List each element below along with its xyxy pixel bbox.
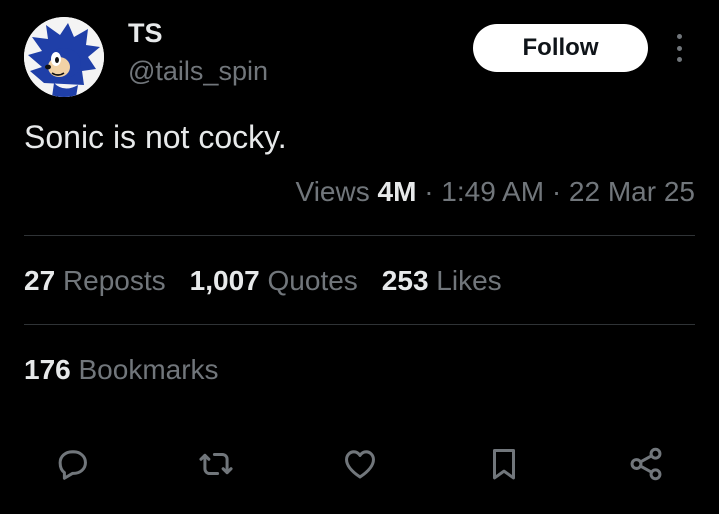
quotes-count: 1,007 [189,265,260,296]
bookmarks-label: Bookmarks [78,354,219,385]
more-options-button[interactable] [666,32,692,64]
author-display-name[interactable]: TS [128,20,163,47]
likes-count: 253 [381,265,429,296]
reposts-stat[interactable]: 27 Reposts [24,265,166,296]
likes-stat[interactable]: 253 Likes [382,265,502,296]
likes-label: Likes [436,265,502,296]
meta-separator: · [424,176,434,207]
more-vertical-icon [676,34,682,39]
bookmarks-stat[interactable]: 176 Bookmarks [24,353,219,387]
author-handle[interactable]: @tails_spin [128,58,268,85]
share-button[interactable] [626,444,666,484]
like-icon [345,450,375,479]
reply-icon [58,450,87,480]
views-count[interactable]: 4M [378,176,417,207]
divider [24,235,695,236]
reply-button[interactable] [52,444,92,484]
quotes-label: Quotes [267,265,358,296]
tweet-text: Sonic is not cocky. [24,119,287,155]
quotes-stat[interactable]: 1,007 Quotes [190,265,358,296]
author-avatar[interactable] [24,17,104,97]
engagement-stats: 27 Reposts 1,007 Quotes 253 Likes [24,264,502,298]
bookmark-button[interactable] [484,444,524,484]
reposts-count: 27 [24,265,56,296]
bookmark-icon [492,449,516,480]
tweet-meta: Views 4M · 1:49 AM · 22 Mar 25 [296,175,695,209]
repost-button[interactable] [196,444,236,484]
sonic-avatar-icon [24,17,104,97]
more-vertical-icon-dot [676,45,682,51]
repost-icon [199,452,233,476]
tweet-date[interactable]: 22 Mar 25 [569,176,695,207]
meta-separator-2: · [551,176,562,207]
views-label: Views [295,176,370,207]
share-icon [630,447,662,481]
tweet-time[interactable]: 1:49 AM [441,176,544,207]
divider-2 [24,324,695,325]
bookmarks-count: 176 [24,354,71,385]
reposts-label: Reposts [62,265,166,296]
like-button[interactable] [340,444,380,484]
more-vertical-icon-dot [676,57,682,62]
follow-button[interactable]: Follow [473,24,648,72]
